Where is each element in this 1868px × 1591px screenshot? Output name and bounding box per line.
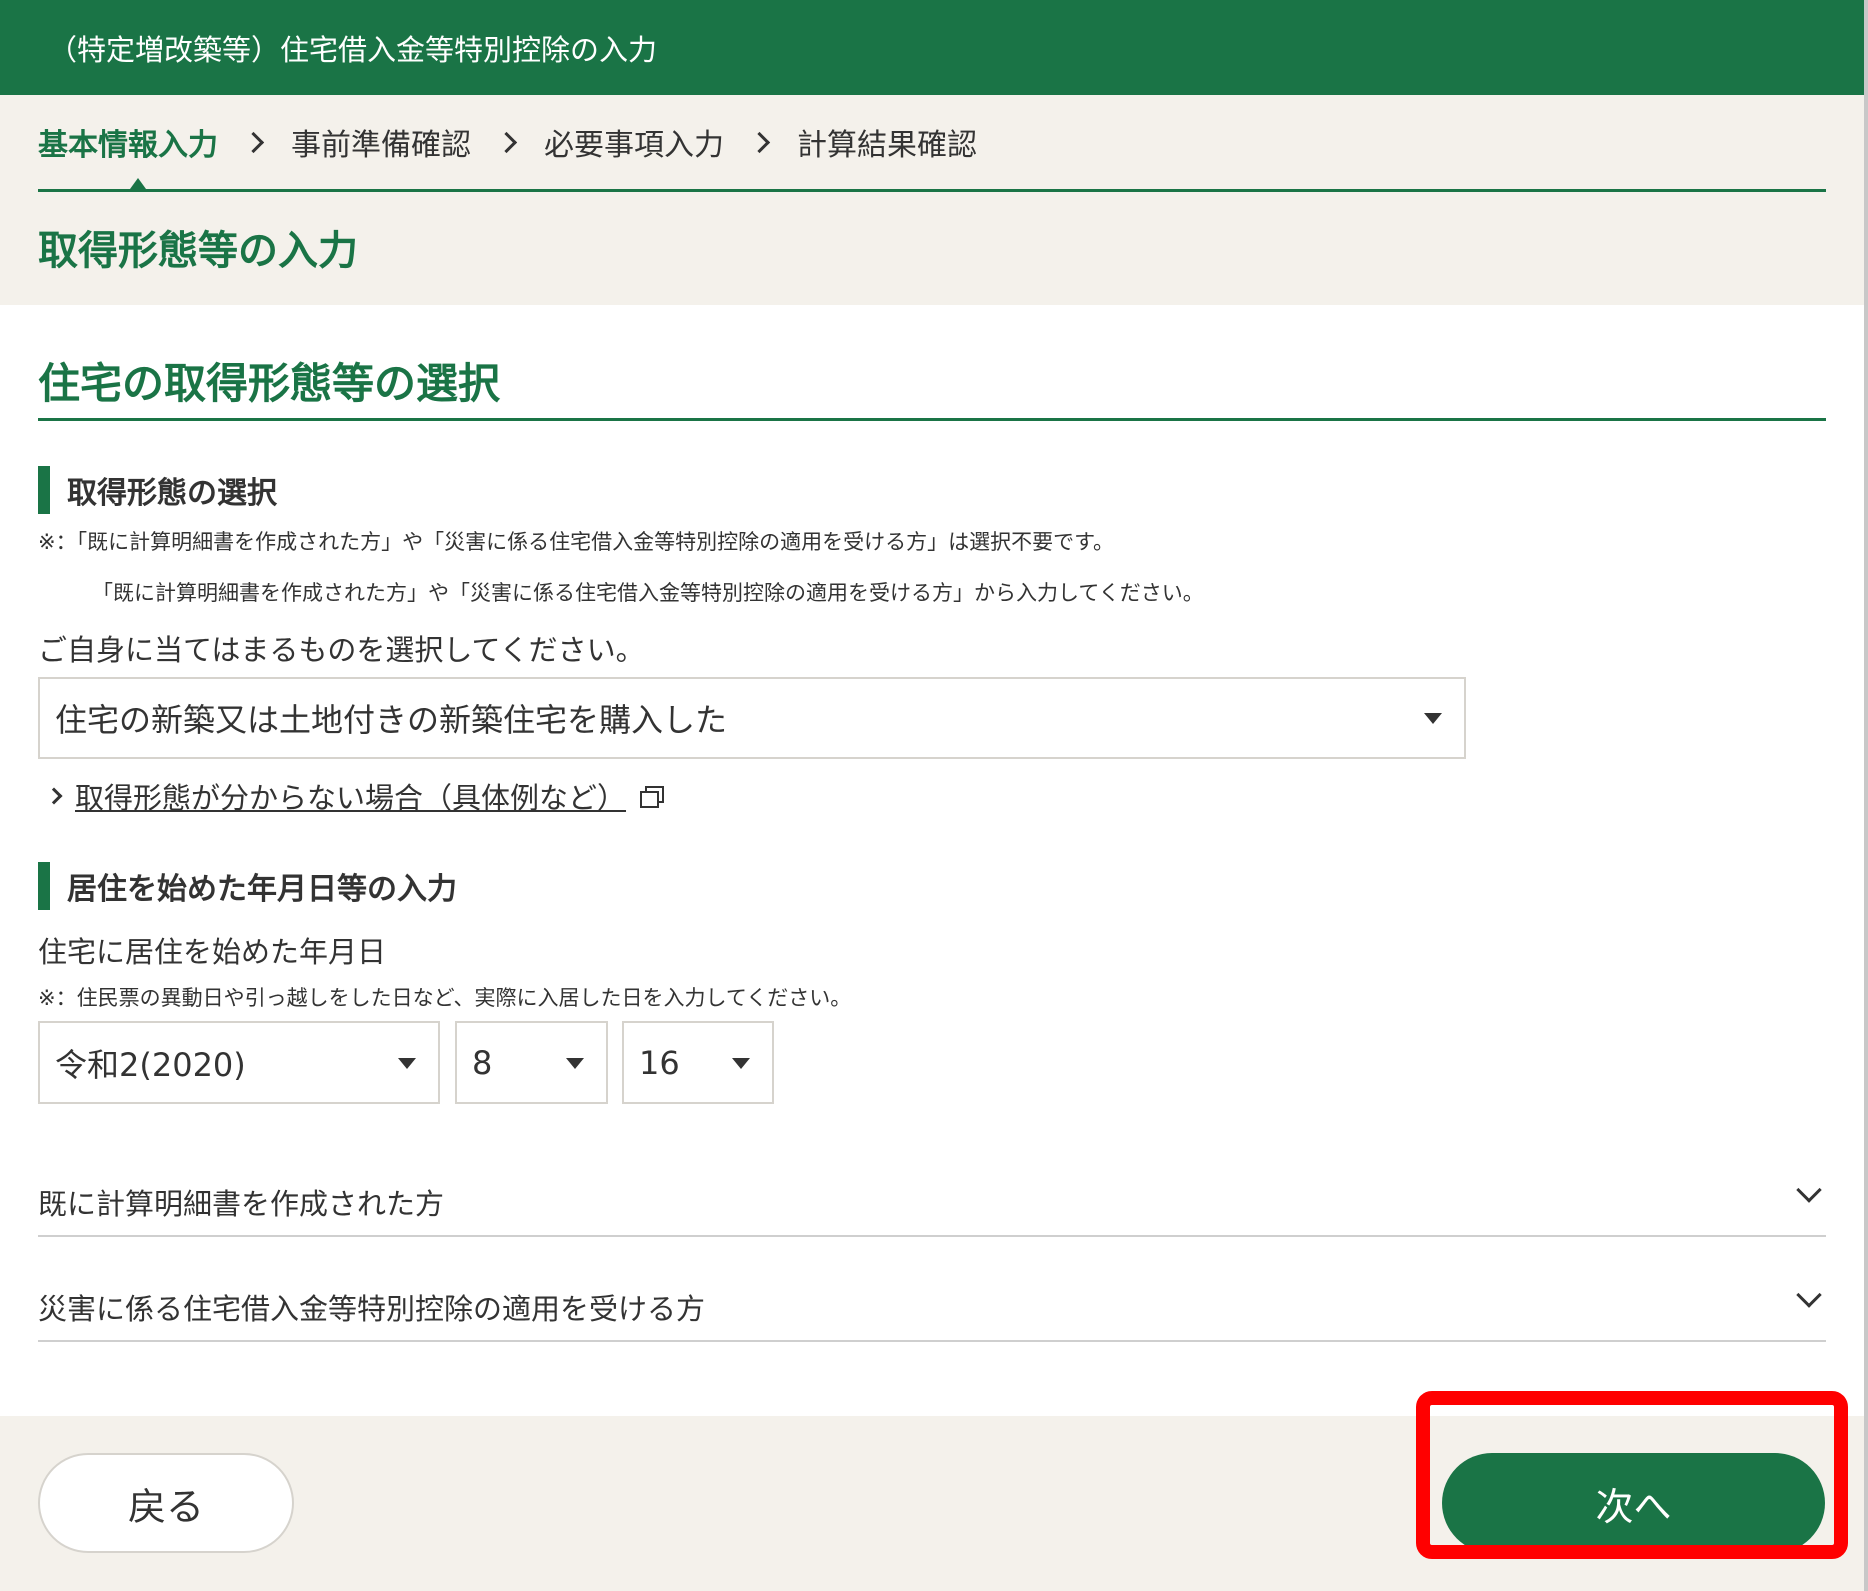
chevron-right-icon [45, 787, 63, 805]
scrollbar[interactable] [1864, 0, 1868, 1591]
accordion-existing-statement[interactable]: 既に計算明細書を作成された方 [38, 1177, 1826, 1237]
accordion-existing-statement-label: 既に計算明細書を作成された方 [38, 1187, 445, 1221]
heading-bar [38, 466, 50, 514]
residence-date-label: 住宅に居住を始めた年月日 [38, 935, 387, 969]
header-title: （特定増改築等）住宅借入金等特別控除の入力 [48, 32, 658, 67]
chevron-right-icon [748, 131, 771, 153]
chevron-down-icon [1796, 1177, 1822, 1203]
accordion-disaster-deduction[interactable]: 災害に係る住宅借入金等特別控除の適用を受ける方 [38, 1282, 1826, 1342]
step-underline [38, 189, 1826, 192]
caret-down-icon [566, 1057, 584, 1069]
heading-bar [38, 862, 50, 910]
caret-down-icon [732, 1057, 750, 1069]
acquisition-note-1: ※：「既に計算明細書を作成された方」や「災害に係る住宅借入金等特別控除の適用を受… [38, 530, 1114, 554]
page-title: 取得形態等の入力 [38, 228, 358, 274]
step-basic-info: 基本情報入力 [38, 128, 218, 163]
new-window-icon [640, 786, 665, 808]
app-window: （特定増改築等）住宅借入金等特別控除の入力 基本情報入力 事前準備確認 必要事項… [0, 0, 1864, 1591]
step-preparation: 事前準備確認 [291, 128, 471, 163]
month-value: 8 [472, 1043, 493, 1082]
accordion-disaster-deduction-label: 災害に係る住宅借入金等特別控除の適用を受ける方 [38, 1292, 706, 1326]
back-button[interactable]: 戻る [38, 1453, 294, 1553]
acquisition-help-link[interactable]: 取得形態が分からない場合（具体例など） [45, 775, 665, 817]
residence-date-note: ※：住民票の異動日や引っ越しをした日など、実際に入居した日を入力してください。 [38, 986, 852, 1010]
day-value: 16 [639, 1043, 680, 1082]
year-value: 令和2(2020) [55, 1045, 246, 1084]
step-result: 計算結果確認 [797, 128, 977, 163]
next-button-highlight [1416, 1391, 1848, 1559]
acquisition-heading: 取得形態の選択 [38, 466, 277, 514]
acquisition-type-select[interactable]: 住宅の新築又は土地付きの新築住宅を購入した [38, 677, 1466, 759]
month-select[interactable]: 8 [455, 1021, 608, 1104]
acquisition-type-value: 住宅の新築又は土地付きの新築住宅を購入した [55, 701, 728, 739]
acquisition-heading-text: 取得形態の選択 [67, 476, 277, 511]
day-select[interactable]: 16 [622, 1021, 774, 1104]
current-step-marker [130, 178, 146, 189]
acquisition-instruction: ご自身に当てはまるものを選択してください。 [38, 633, 645, 667]
header-bar: （特定増改築等）住宅借入金等特別控除の入力 [0, 0, 1864, 95]
acquisition-note-2: 「既に計算明細書を作成された方」や「災害に係る住宅借入金等特別控除の適用を受ける… [92, 581, 1204, 605]
acquisition-help-link-text: 取得形態が分からない場合（具体例など） [75, 781, 627, 815]
residence-heading: 居住を始めた年月日等の入力 [38, 862, 457, 910]
chevron-down-icon [1796, 1282, 1822, 1308]
residence-heading-text: 居住を始めた年月日等の入力 [67, 872, 457, 907]
caret-down-icon [1424, 713, 1442, 724]
section-title: 住宅の取得形態等の選択 [38, 359, 501, 408]
caret-down-icon [398, 1057, 416, 1069]
chevron-right-icon [242, 131, 265, 153]
section-divider [38, 418, 1826, 421]
year-select[interactable]: 令和2(2020) [38, 1021, 440, 1104]
chevron-right-icon [495, 131, 518, 153]
step-required-items: 必要事項入力 [544, 128, 724, 163]
step-progress: 基本情報入力 事前準備確認 必要事項入力 計算結果確認 [38, 120, 977, 164]
